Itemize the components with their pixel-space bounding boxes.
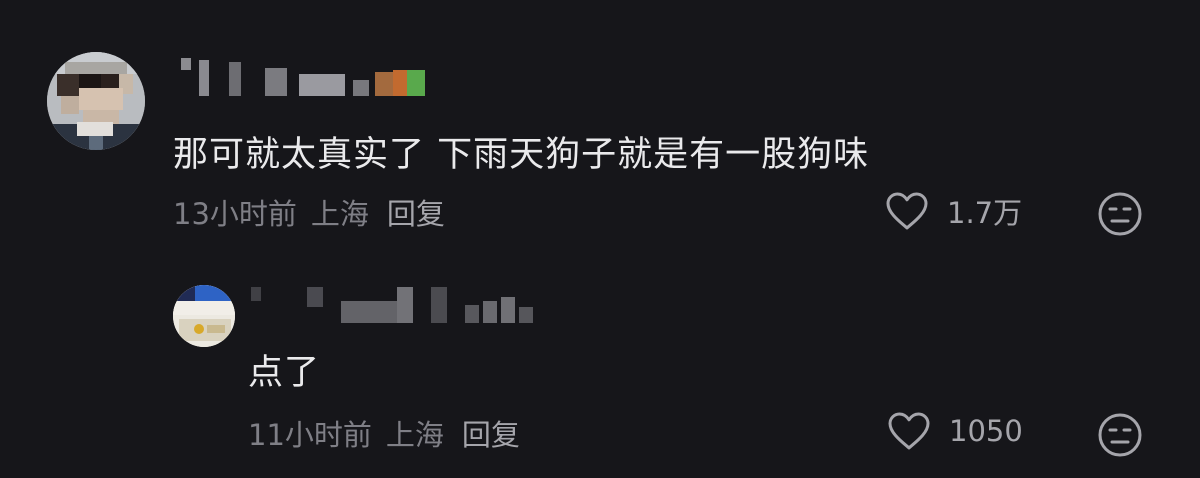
comment-time: 13小时前	[173, 197, 297, 231]
comment-meta: 11小时前 上海 回复	[248, 412, 520, 454]
heart-outline-icon	[886, 192, 928, 230]
neutral-face-icon	[1098, 413, 1142, 457]
reply-button[interactable]: 回复	[462, 412, 520, 454]
avatar-pixelated-image	[173, 285, 235, 347]
username-redacted[interactable]	[251, 287, 533, 323]
comment-meta: 13小时前 上海 回复	[173, 191, 445, 233]
reply-button[interactable]: 回复	[387, 191, 445, 233]
comment-location: 上海	[385, 418, 444, 452]
like-button[interactable]: 1.7万	[885, 190, 1022, 232]
avatar-pixelated-image	[47, 52, 145, 150]
emoji-reaction-button[interactable]	[1097, 191, 1143, 241]
emoji-reaction-button[interactable]	[1097, 412, 1143, 462]
comment-section: 那可就太真实了 下雨天狗子就是有一股狗味 13小时前 上海 回复 1.7万 点了…	[0, 0, 1200, 478]
avatar[interactable]	[47, 52, 145, 150]
like-count: 1050	[949, 414, 1023, 448]
username-redacted[interactable]	[181, 58, 425, 96]
neutral-face-icon	[1098, 192, 1142, 236]
comment-location: 上海	[310, 197, 369, 231]
comment-text: 那可就太真实了 下雨天狗子就是有一股狗味	[173, 135, 870, 175]
like-button[interactable]: 1050	[887, 411, 1023, 451]
like-count: 1.7万	[947, 196, 1023, 230]
comment-text: 点了	[248, 353, 321, 393]
comment-time: 11小时前	[248, 418, 372, 452]
heart-outline-icon	[888, 412, 930, 450]
avatar[interactable]	[173, 285, 235, 347]
